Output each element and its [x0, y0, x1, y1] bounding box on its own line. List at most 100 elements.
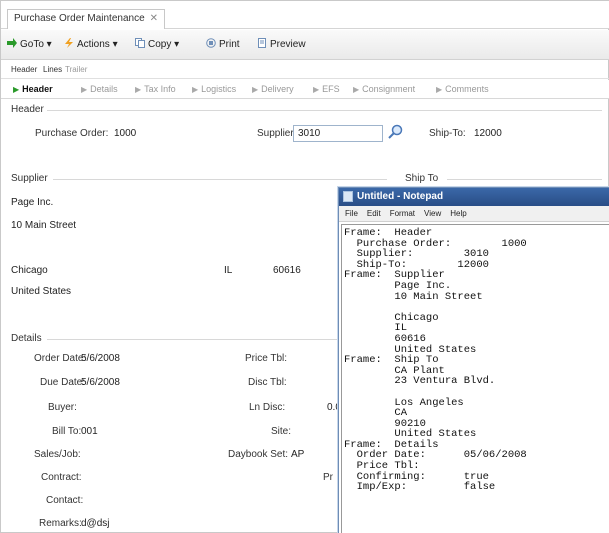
- notepad-titlebar[interactable]: Untitled - Notepad: [339, 188, 609, 206]
- purchase-order-value: 1000: [114, 128, 137, 139]
- frame-navigation: ▶ Header ▶ Details ▶ Tax Info ▶ Logistics ▶ D…: [1, 80, 609, 99]
- frame-nav-label: Details: [90, 84, 118, 94]
- play-icon: ▶: [353, 85, 360, 94]
- print-icon: [206, 38, 216, 48]
- play-icon: ▶: [13, 85, 20, 94]
- actions-label: Actions ▾: [77, 39, 118, 50]
- supplier-name: Page Inc.: [11, 197, 54, 208]
- divider: [47, 110, 602, 111]
- partial-label: Pr: [323, 472, 333, 483]
- order-date-value: 5/6/2008: [81, 353, 120, 364]
- print-label: Print: [219, 39, 240, 50]
- lightning-icon: [64, 38, 74, 48]
- preview-label: Preview: [270, 39, 306, 50]
- daybook-set-label: Daybook Set:: [228, 449, 289, 460]
- frame-nav-comments[interactable]: ▶ Comments: [436, 84, 489, 94]
- contact-label: Contact:: [46, 495, 84, 506]
- disc-tbl-label: Disc Tbl:: [248, 377, 287, 388]
- order-date-label: Order Date:: [34, 353, 87, 364]
- copy-button[interactable]: Copy ▾: [135, 38, 179, 50]
- copy-label: Copy ▾: [148, 39, 180, 50]
- play-icon: ▶: [135, 85, 142, 94]
- actions-button[interactable]: Actions ▾: [64, 38, 118, 50]
- supplier-city: Chicago: [11, 265, 48, 276]
- due-date-value: 5/6/2008: [81, 377, 120, 388]
- subtab-trailer[interactable]: Trailer: [65, 65, 87, 74]
- frame-nav-consignment[interactable]: ▶ Consignment: [353, 84, 415, 94]
- menu-help[interactable]: Help: [450, 209, 466, 218]
- frame-nav-label: Logistics: [201, 84, 237, 94]
- goto-arrow-icon: [7, 38, 17, 48]
- frame-nav-header[interactable]: ▶ Header: [13, 84, 53, 94]
- line-disc-label: Ln Disc:: [249, 402, 286, 413]
- ship-to-section-title: Ship To: [405, 173, 439, 184]
- site-label: Site:: [271, 426, 292, 437]
- buyer-label: Buyer:: [48, 402, 77, 413]
- notepad-menubar: File Edit Format View Help: [339, 206, 609, 222]
- supplier-street: 10 Main Street: [11, 220, 77, 231]
- header-section-title: Header: [11, 104, 44, 115]
- divider: [447, 179, 602, 180]
- frame-nav-label: Consignment: [362, 84, 416, 94]
- play-icon: ▶: [252, 85, 259, 94]
- frame-nav-label: Header: [22, 84, 53, 94]
- ship-to-value: 12000: [474, 128, 502, 139]
- frame-nav-efs[interactable]: ▶ EFS: [313, 84, 340, 94]
- frame-nav-logistics[interactable]: ▶ Logistics: [192, 84, 236, 94]
- menu-edit[interactable]: Edit: [367, 209, 381, 218]
- frame-nav-delivery[interactable]: ▶ Delivery: [252, 84, 294, 94]
- goto-button[interactable]: GoTo ▾: [7, 38, 52, 50]
- notepad-title: Untitled - Notepad: [357, 191, 444, 202]
- section-tabs: Header Lines Trailer: [1, 61, 609, 79]
- divider: [47, 339, 337, 340]
- contract-label: Contract:: [41, 472, 82, 483]
- supplier-section-title: Supplier: [11, 173, 48, 184]
- play-icon: ▶: [81, 85, 88, 94]
- print-button[interactable]: Print: [206, 38, 240, 50]
- supplier-country: United States: [11, 286, 72, 297]
- frame-nav-details[interactable]: ▶ Details: [81, 84, 118, 94]
- frame-nav-label: Comments: [445, 84, 489, 94]
- supplier-zip: 60616: [273, 265, 301, 276]
- divider: [53, 179, 387, 180]
- search-icon[interactable]: [386, 123, 404, 141]
- remarks-label: Remarks:: [39, 518, 82, 529]
- remarks-value: d@dsj: [81, 518, 110, 529]
- notepad-icon: [343, 191, 353, 202]
- menu-view[interactable]: View: [424, 209, 441, 218]
- menu-file[interactable]: File: [345, 209, 358, 218]
- supplier-input[interactable]: [293, 125, 383, 142]
- details-section-title: Details: [11, 333, 42, 344]
- supplier-label: Supplier:: [257, 128, 297, 139]
- bill-to-label: Bill To:: [52, 426, 82, 437]
- tab-title: Purchase Order Maintenance: [14, 13, 145, 24]
- toolbar: GoTo ▾ Actions ▾ Copy ▾ Print Preview: [1, 30, 609, 60]
- goto-label: GoTo ▾: [20, 39, 52, 50]
- due-date-label: Due Date:: [40, 377, 86, 388]
- ship-to-label: Ship-To:: [429, 128, 466, 139]
- preview-button[interactable]: Preview: [257, 38, 306, 50]
- subtab-lines[interactable]: Lines: [43, 65, 62, 74]
- subtab-header[interactable]: Header: [11, 65, 37, 74]
- close-tab-icon[interactable]: ✕: [150, 13, 158, 24]
- tab-purchase-order-maintenance[interactable]: Purchase Order Maintenance ✕: [7, 9, 166, 29]
- bill-to-value: 001: [81, 426, 98, 437]
- app-window: Purchase Order Maintenance ✕ GoTo ▾ Actio…: [0, 0, 609, 533]
- frame-nav-taxinfo[interactable]: ▶ Tax Info: [135, 84, 176, 94]
- copy-icon: [135, 38, 145, 48]
- notepad-text-area[interactable]: Frame: Header Purchase Order: 1000 Suppl…: [341, 224, 609, 533]
- frame-nav-label: Tax Info: [144, 84, 176, 94]
- frame-nav-label: EFS: [322, 84, 340, 94]
- play-icon: ▶: [313, 85, 320, 94]
- price-tbl-label: Price Tbl:: [245, 353, 288, 364]
- sales-job-label: Sales/Job:: [34, 449, 81, 460]
- supplier-state: IL: [224, 265, 233, 276]
- notepad-window[interactable]: Untitled - Notepad File Edit Format View Hel…: [338, 187, 609, 533]
- daybook-set-value: AP: [291, 449, 305, 460]
- play-icon: ▶: [436, 85, 443, 94]
- purchase-order-label: Purchase Order:: [35, 128, 109, 139]
- play-icon: ▶: [192, 85, 199, 94]
- preview-icon: [257, 38, 267, 48]
- document-tabbar: Purchase Order Maintenance ✕: [1, 1, 609, 29]
- menu-format[interactable]: Format: [390, 209, 415, 218]
